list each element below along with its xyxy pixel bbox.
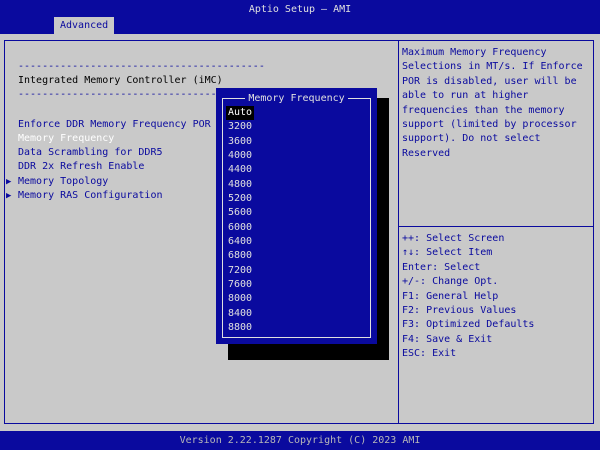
option-8400[interactable]: 8400 (228, 307, 252, 321)
title-bar: Aptio Setup – AMI Advanced (0, 0, 600, 34)
setting-memory-frequency[interactable]: Memory Frequency (18, 132, 114, 146)
help-line: support (limited by processor (402, 119, 577, 131)
separator-line: ----------------------------------------… (18, 61, 265, 72)
help-line: support). Do not select (402, 133, 541, 145)
key-legend: ++: Select Screen ↑↓: Select Item Enter:… (402, 232, 534, 362)
option-6000[interactable]: 6000 (228, 221, 252, 235)
submenu-arrow-icon: ▶ (6, 177, 12, 187)
footer-text: Version 2.22.1287 Copyright (C) 2023 AMI (179, 435, 421, 446)
window-title: Aptio Setup – AMI (248, 4, 352, 15)
help-line: frequencies than the memory (402, 104, 565, 116)
key-select-screen: ++: Select Screen (402, 233, 505, 244)
key-optimized-defaults: F3: Optimized Defaults (402, 319, 535, 331)
option-3200[interactable]: 3200 (228, 120, 252, 134)
option-5200[interactable]: 5200 (228, 192, 252, 206)
tab-advanced[interactable]: Advanced (54, 17, 115, 34)
setting-data-scrambling[interactable]: Data Scrambling for DDR5 (18, 146, 163, 160)
option-3600[interactable]: 3600 (228, 135, 252, 149)
help-line: POR is disabled, user will be (402, 75, 577, 87)
popup-title: Memory Frequency (218, 92, 375, 106)
popup-title-text: Memory Frequency (245, 93, 348, 104)
section-title: Integrated Memory Controller (iMC) (18, 75, 223, 86)
option-7600[interactable]: 7600 (228, 278, 252, 292)
option-6800[interactable]: 6800 (228, 249, 252, 263)
help-line: Selections in MT/s. If Enforce (402, 61, 583, 73)
option-auto[interactable]: Auto (226, 106, 255, 121)
help-line: Maximum Memory Frequency (402, 47, 547, 58)
option-4800[interactable]: 4800 (228, 178, 252, 192)
footer-bar: Version 2.22.1287 Copyright (C) 2023 AMI (0, 431, 600, 450)
option-4400[interactable]: 4400 (228, 163, 252, 177)
submenu-memory-ras[interactable]: Memory RAS Configuration (18, 189, 163, 203)
help-line: Reserved (402, 147, 451, 159)
help-line: able to run at higher (402, 90, 529, 102)
key-enter-select: Enter: Select (402, 261, 481, 273)
help-text: Maximum Memory Frequency Selections in M… (402, 46, 588, 161)
help-divider (398, 226, 594, 227)
memory-frequency-popup: Memory Frequency Auto 3200 3600 4000 440… (216, 88, 377, 344)
option-6400[interactable]: 6400 (228, 235, 252, 249)
submenu-arrow-icon: ▶ (6, 191, 12, 201)
option-5600[interactable]: 5600 (228, 206, 252, 220)
separator-line: ---------------------------------- (18, 89, 223, 100)
setting-enforce-ddr-por[interactable]: Enforce DDR Memory Frequency POR (18, 118, 211, 132)
key-general-help: F1: General Help (402, 290, 499, 302)
option-4000[interactable]: 4000 (228, 149, 252, 163)
key-save-exit: F4: Save & Exit (402, 333, 493, 345)
submenu-memory-topology[interactable]: Memory Topology (18, 175, 108, 189)
key-select-item: ↑↓: Select Item (402, 247, 493, 259)
option-8800[interactable]: 8800 (228, 321, 252, 335)
panel-divider (398, 40, 399, 424)
option-7200[interactable]: 7200 (228, 264, 252, 278)
key-change-opt: +/-: Change Opt. (402, 276, 499, 288)
key-exit: ESC: Exit (402, 348, 457, 360)
key-previous-values: F2: Previous Values (402, 305, 517, 317)
option-8000[interactable]: 8000 (228, 292, 252, 306)
setting-ddr-2x-refresh[interactable]: DDR 2x Refresh Enable (18, 160, 144, 174)
